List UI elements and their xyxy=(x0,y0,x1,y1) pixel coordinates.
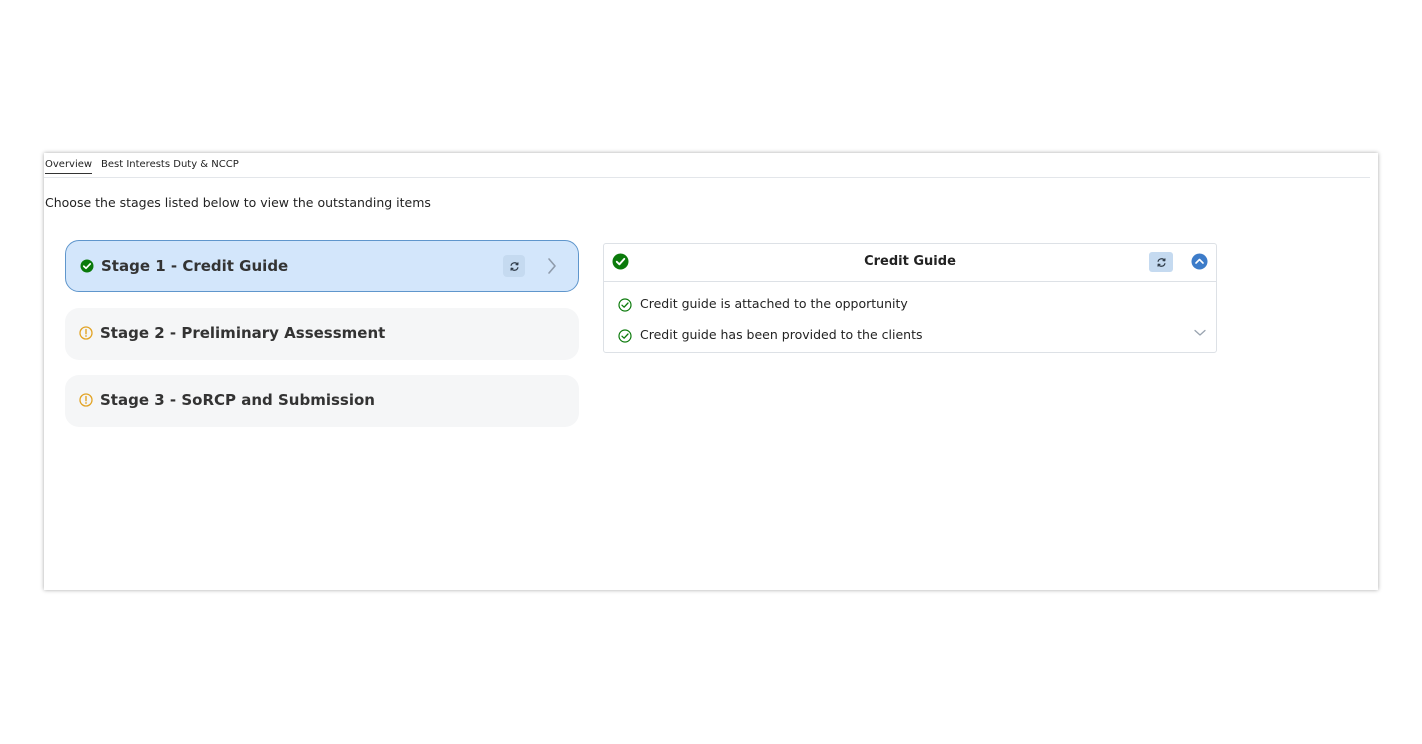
detail-item-1-text: Credit guide is attached to the opportun… xyxy=(640,296,908,311)
warning-circle-icon xyxy=(79,326,93,340)
tab-overview[interactable]: Overview xyxy=(45,159,93,174)
detail-refresh-button[interactable] xyxy=(1149,252,1173,272)
detail-header: Credit Guide xyxy=(604,244,1216,282)
refresh-icon xyxy=(509,261,519,271)
chevron-down-icon[interactable] xyxy=(1193,328,1207,338)
chevron-right-icon[interactable] xyxy=(546,257,558,275)
detail-title: Credit Guide xyxy=(864,254,956,269)
check-circle-icon xyxy=(80,259,94,273)
check-circle-icon xyxy=(618,329,632,343)
tab-bar: Overview Best Interests Duty & NCCP xyxy=(44,153,1370,178)
tab-best-interests-duty[interactable]: Best Interests Duty & NCCP xyxy=(101,159,239,170)
stage-1-label: Stage 1 - Credit Guide xyxy=(101,257,289,275)
detail-item-1: Credit guide is attached to the opportun… xyxy=(618,295,1178,315)
stage-2-label: Stage 2 - Preliminary Assessment xyxy=(100,324,386,342)
refresh-icon xyxy=(1156,257,1166,267)
detail-item-2-text: Credit guide has been provided to the cl… xyxy=(640,327,923,342)
checklist-panel: Overview Best Interests Duty & NCCP Choo… xyxy=(44,153,1378,590)
stage-2-card[interactable]: Stage 2 - Preliminary Assessment xyxy=(65,308,579,360)
credit-guide-detail-card: Credit Guide Credit guide is attached to… xyxy=(603,243,1217,353)
check-circle-icon xyxy=(618,298,632,312)
instruction-text: Choose the stages listed below to view t… xyxy=(45,195,431,210)
stage-3-label: Stage 3 - SoRCP and Submission xyxy=(100,391,375,409)
stage-1-refresh-button[interactable] xyxy=(503,255,525,277)
warning-circle-icon xyxy=(79,393,93,407)
detail-item-2: Credit guide has been provided to the cl… xyxy=(618,326,1178,346)
stage-1-card[interactable]: Stage 1 - Credit Guide xyxy=(65,240,579,292)
chevron-up-circle-icon[interactable] xyxy=(1191,253,1208,270)
stage-3-card[interactable]: Stage 3 - SoRCP and Submission xyxy=(65,375,579,427)
